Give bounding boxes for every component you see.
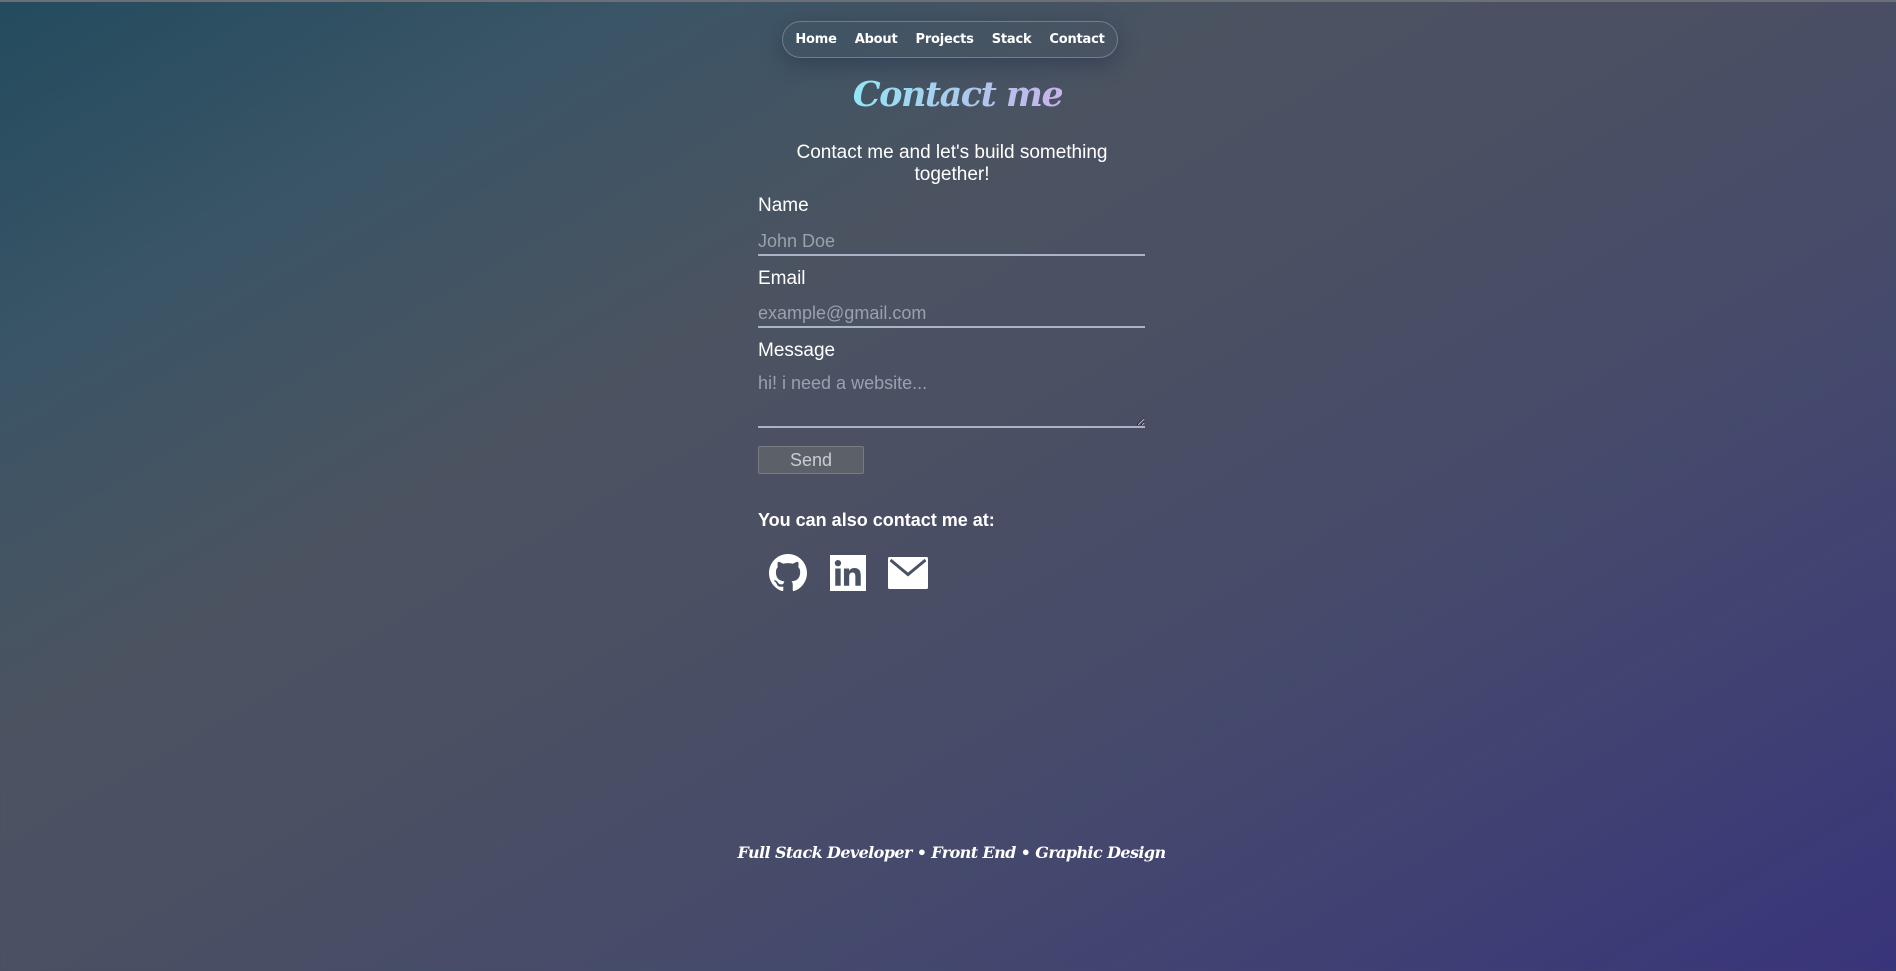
nav-item-home[interactable]: Home xyxy=(795,32,837,47)
email-link[interactable] xyxy=(888,555,928,595)
message-label: Message xyxy=(758,340,836,361)
linkedin-icon xyxy=(830,554,866,596)
name-label: Name xyxy=(758,195,809,216)
nav-item-about[interactable]: About xyxy=(855,32,898,47)
page-title-container: Contact me xyxy=(0,74,1896,115)
top-nav: Home About Projects Stack Contact xyxy=(782,21,1118,58)
message-field[interactable] xyxy=(758,370,1145,428)
name-field[interactable] xyxy=(758,229,1145,256)
contact-heading: You can also contact me at: xyxy=(758,510,995,530)
nav-item-stack[interactable]: Stack xyxy=(992,32,1032,47)
window-top-border xyxy=(0,0,1896,2)
footer-tagline: Full Stack Developer • Front End • Graph… xyxy=(737,843,1167,862)
github-icon xyxy=(769,553,807,597)
email-label: Email xyxy=(758,268,806,289)
nav-item-projects[interactable]: Projects xyxy=(916,32,974,47)
nav-item-contact[interactable]: Contact xyxy=(1049,32,1104,47)
page-subtitle: Contact me and let's build something tog… xyxy=(796,142,1108,185)
linkedin-link[interactable] xyxy=(828,554,868,596)
page-title: Contact me xyxy=(852,74,1064,115)
send-button[interactable]: Send xyxy=(758,446,864,474)
email-field[interactable] xyxy=(758,301,1145,328)
mail-icon xyxy=(888,556,928,594)
github-link[interactable] xyxy=(768,553,808,597)
